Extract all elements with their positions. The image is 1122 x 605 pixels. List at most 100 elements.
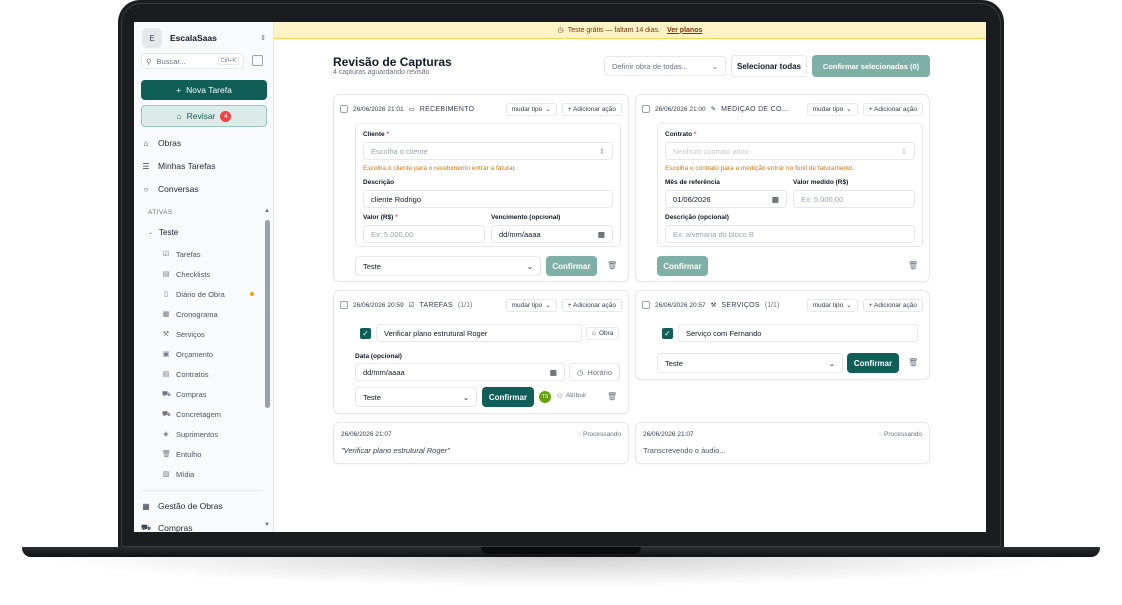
confirm-button[interactable]: Confirmar [657,256,708,276]
status-text: Processando [583,431,621,438]
sub-item-orcamento[interactable]: ▣ Orçamento [162,347,262,361]
sub-item-servicos[interactable]: ⚒ Serviços [162,327,262,341]
chat-icon: ○ [143,184,149,194]
obra-select[interactable]: Definir obra de todas... ⌄ [604,56,726,76]
mes-date-input[interactable]: 01/06/2026 ▦ [665,190,787,208]
nav-item-compras[interactable]: ⛟ Compras [141,519,267,532]
service-checkbox[interactable]: ✓ [662,328,673,339]
confirm-button[interactable]: Confirmar [847,353,899,373]
descricao-label: Descrição [363,179,395,186]
sub-item-tarefas[interactable]: ☑ Tarefas [162,247,262,261]
item-count: (1/1) [764,301,780,309]
task-date-input[interactable]: dd/mm/aaaa ▦ [355,363,565,381]
mes-label: Mês de referência [665,179,720,186]
descricao-input[interactable]: cliente Rodrigo [363,190,613,208]
obra-select[interactable]: Teste ⌄ [355,256,541,276]
sub-item-midia[interactable]: ▧ Mídia [162,467,262,481]
scroll-down-icon[interactable]: ▼ [264,522,270,528]
project-teste[interactable]: ⌄ Teste [148,228,178,237]
search-input[interactable]: ⚲ Buscar... Ctrl+K [141,53,244,69]
sub-item-label: Mídia [176,469,195,479]
sub-item-suprimentos[interactable]: ◈ Suprimentos [162,427,262,441]
card-checkbox[interactable] [642,301,650,309]
add-action-button[interactable]: + Adicionar ação [561,298,622,312]
check-square-icon: ☑ [408,302,415,309]
cart-icon: ⛟ [162,390,171,398]
trash-icon[interactable]: 🗑 [607,392,617,401]
review-button[interactable]: ⌂ Revisar 4 [141,105,267,127]
assign-button[interactable]: ⚇ Atribuir [557,392,586,400]
obra-select[interactable]: Teste ⌄ [657,353,843,373]
cliente-select[interactable]: Escolha o cliente ⇕ [363,142,613,160]
add-action-button[interactable]: + Adicionar ação [862,298,923,312]
valor-label: Valor (R$) * [363,214,398,221]
new-task-button[interactable]: + Nova Tarefa [141,80,267,100]
capture-card-tarefas: 26/06/2026 20:59 ☑ TAREFAS (1/1) mudar t… [333,290,629,414]
contrato-warning: Escolha o contrato para a medição entrar… [665,165,855,172]
trash-icon[interactable]: 🗑 [908,358,918,367]
nav-item-minhas-tarefas[interactable]: ☰ Minhas Tarefas [141,157,267,175]
sub-item-checklists[interactable]: ▤ Checklists [162,267,262,281]
package-icon: ◈ [163,431,169,438]
change-type-button[interactable]: mudar tipo ⌄ [806,298,858,312]
sub-item-concretagem[interactable]: ⛟ Concretagem [162,407,262,421]
vencimento-date-input[interactable]: dd/mm/aaaa ▦ [491,225,613,243]
contrato-placeholder: Nenhum contrato ativo [673,146,749,156]
nav-label: Minhas Tarefas [158,161,216,171]
nav-item-gestao-obras[interactable]: ▦ Gestão de Obras [141,497,267,515]
nav-label: Conversas [158,184,199,194]
check-square-icon: ☑ [162,251,170,258]
valor-medido-input[interactable]: Ex: 5.000,00 [793,190,915,208]
sub-item-label: Serviços [176,329,205,339]
confirm-button[interactable]: Confirmar [482,387,534,407]
select-all-button[interactable]: Selecionar todas [731,55,807,77]
nav-item-obras[interactable]: ⌂ Obras [141,134,267,152]
change-type-button[interactable]: mudar tipo ⌄ [806,102,858,116]
sub-item-entulho[interactable]: 🗑 Entulho [162,447,262,461]
panel-toggle-icon[interactable] [252,55,263,66]
sidebar-scrollbar[interactable]: ▲ ▼ [264,208,270,532]
confirm-button[interactable]: Confirmar [546,256,597,276]
sub-item-diario[interactable]: ▯ Diário de Obra [162,287,262,301]
task-text-input[interactable]: Verificar plano estrutural Roger [376,324,582,342]
sub-item-cronograma[interactable]: ▦ Cronograma [162,307,262,321]
page-title: Revisão de Capturas [333,55,452,69]
task-checkbox[interactable]: ✓ [360,328,371,339]
obra-select[interactable]: Teste ⌄ [355,387,477,407]
nav-item-conversas[interactable]: ○ Conversas [141,180,267,198]
calendar-icon: ▦ [549,367,557,377]
descricao-input[interactable]: Ex: alvenaria do bloco B [665,225,915,243]
inbox-icon: ⌂ [176,111,182,121]
chevron-down-icon: ⌄ [545,106,551,113]
trash-icon[interactable]: 🗑 [607,261,617,270]
chevron-updown-icon: ⇕ [900,146,907,156]
see-plans-link[interactable]: Ver planos [667,27,702,34]
scroll-up-icon[interactable]: ▲ [264,208,270,214]
obra-tag-button[interactable]: ⌂ Obra [586,327,620,340]
change-type-button[interactable]: mudar tipo ⌄ [505,298,557,312]
card-checkbox[interactable] [642,105,650,113]
sub-item-contratos[interactable]: ▤ Contratos [162,367,262,381]
confirm-selected-button[interactable]: Confirmar selecionadas (0) [812,55,930,77]
sub-item-compras[interactable]: ⛟ Compras [162,387,262,401]
add-action-button[interactable]: + Adicionar ação [561,102,622,116]
card-checkbox[interactable] [340,301,348,309]
scroll-thumb[interactable] [265,220,270,408]
valor-input[interactable]: Ex: 5.000,00 [363,225,485,243]
processing-status: ◌ Processando [878,431,922,438]
workspace-switcher[interactable]: E EscalaSaas ⇕ [142,28,266,48]
contrato-select[interactable]: Nenhum contrato ativo ⇕ [665,142,915,160]
change-type-button[interactable]: mudar tipo ⌄ [505,102,557,116]
trash-icon[interactable]: 🗑 [908,261,918,270]
mes-value: 01/06/2026 [673,194,711,204]
chevron-down-icon: ⌄ [526,261,533,271]
required-mark: * [386,131,390,138]
file-text-icon: ▤ [162,371,170,378]
service-text-input[interactable]: Serviço com Fernando [678,324,918,342]
sub-item-label: Orçamento [176,349,214,359]
assignee-avatar[interactable]: TS [539,391,551,403]
horario-button[interactable]: ◷ Horário [569,363,620,381]
add-action-button[interactable]: + Adicionar ação [862,102,923,116]
sidebar-divider [142,490,262,491]
card-checkbox[interactable] [340,105,348,113]
